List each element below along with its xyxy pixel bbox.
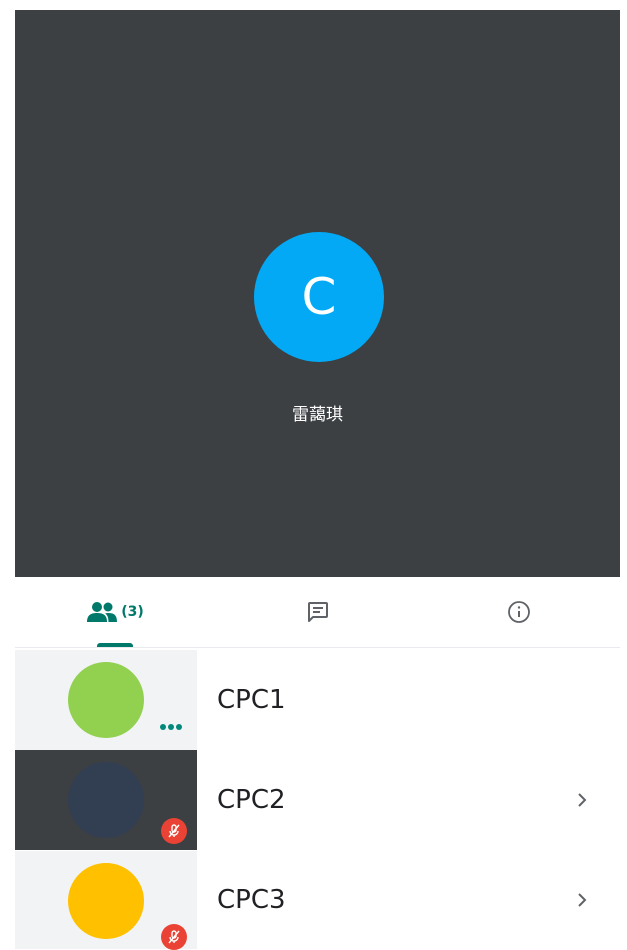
participant-row[interactable]: CPC1 — [15, 650, 620, 750]
participant-name: CPC3 — [217, 885, 286, 915]
chat-icon — [307, 602, 328, 622]
more-options-icon[interactable] — [160, 724, 182, 730]
tab-people[interactable]: (3) — [15, 577, 216, 647]
participant-avatar — [68, 762, 144, 838]
active-tab-indicator — [97, 643, 133, 647]
participant-row[interactable]: CPC3 — [15, 851, 620, 950]
participant-thumbnail — [15, 750, 197, 850]
participant-name: CPC2 — [217, 785, 286, 815]
participant-row[interactable]: CPC2 — [15, 750, 620, 850]
participant-name: CPC1 — [217, 685, 286, 715]
participant-avatar — [68, 863, 144, 939]
mic-off-icon — [161, 818, 187, 844]
presenter-avatar: C — [254, 232, 384, 362]
tab-info[interactable] — [418, 577, 619, 647]
tab-chat[interactable] — [217, 577, 418, 647]
info-icon — [507, 601, 530, 623]
participant-thumbnail — [15, 851, 197, 950]
participant-avatar — [68, 662, 144, 738]
participant-thumbnail — [15, 650, 197, 750]
chevron-right-icon[interactable] — [575, 750, 589, 850]
mic-off-icon — [161, 924, 187, 950]
presenter-name: 雷藹琪 — [292, 405, 343, 425]
chevron-right-icon[interactable] — [575, 851, 589, 949]
people-icon — [87, 602, 118, 622]
main-video-stage: C 雷藹琪 — [15, 10, 620, 577]
participant-count: (3) — [121, 604, 144, 620]
tab-bar: (3) — [15, 577, 620, 648]
